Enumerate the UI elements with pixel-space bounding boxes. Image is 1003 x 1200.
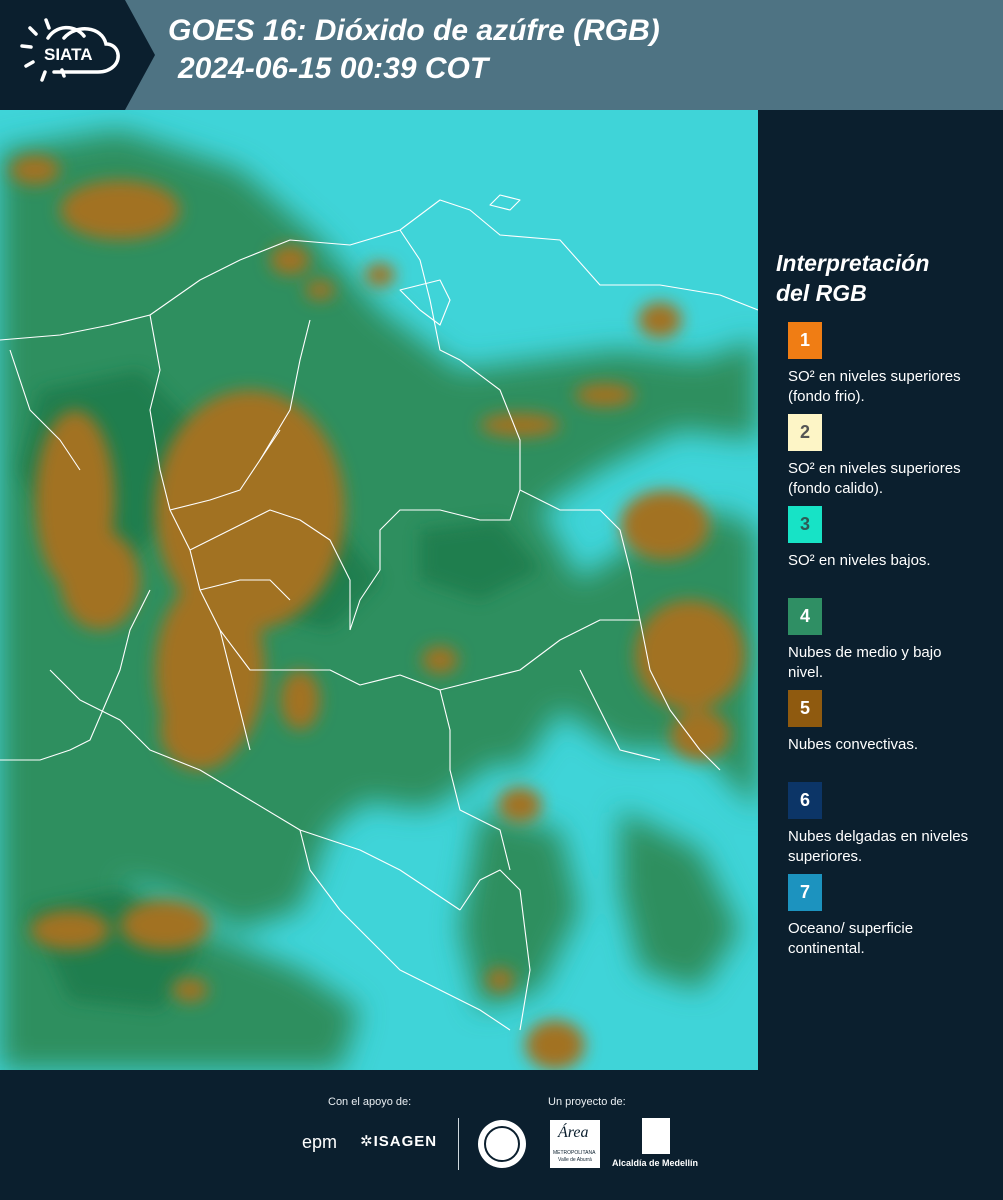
alcaldia-crest-icon bbox=[642, 1118, 670, 1154]
legend-item: 1 SO² en niveles superiores (fondo frio). bbox=[776, 322, 991, 414]
area-logo-sub1: METROPOLITANA bbox=[553, 1150, 596, 1156]
footer-divider bbox=[458, 1118, 459, 1170]
legend-description: Nubes convectivas. bbox=[788, 736, 919, 753]
seal-ring-icon bbox=[484, 1126, 520, 1162]
siata-logo: SIATA bbox=[0, 0, 155, 110]
legend-swatch: 6 bbox=[788, 782, 822, 819]
satellite-map[interactable] bbox=[0, 110, 758, 1070]
project-label: Un proyecto de: bbox=[548, 1096, 626, 1108]
isagen-mark-icon: ✲ bbox=[360, 1133, 374, 1150]
legend-item: 4 Nubes de medio y bajo nivel. bbox=[776, 598, 991, 690]
legend-description: SO² en niveles bajos. bbox=[788, 552, 931, 569]
legend-item: 5 Nubes convectivas. bbox=[776, 690, 991, 782]
legend-swatch: 5 bbox=[788, 690, 822, 727]
epm-logo: epm bbox=[302, 1132, 338, 1152]
sun-icon: SIATA bbox=[20, 18, 120, 82]
legend-swatch: 2 bbox=[788, 414, 822, 451]
legend-swatch: 4 bbox=[788, 598, 822, 635]
legend-description: Oceano/ superficie continental. bbox=[788, 920, 914, 957]
legend-item: 7 Oceano/ superficie continental. bbox=[776, 874, 991, 966]
legend-description: SO² en niveles superiores (fondo calido)… bbox=[788, 460, 961, 497]
legend-item: 3 SO² en niveles bajos. bbox=[776, 506, 991, 598]
legend-item: 6 Nubes delgadas en niveles superiores. bbox=[776, 782, 991, 874]
legend: Interpretación del RGB 1 SO² en niveles s… bbox=[776, 248, 991, 966]
support-label: Con el apoyo de: bbox=[328, 1096, 412, 1108]
area-logo-sub2: Valle de Aburrá bbox=[558, 1157, 592, 1163]
legend-swatch: 1 bbox=[788, 322, 822, 359]
area-metropolitana-logo: Área METROPOLITANA Valle de Aburrá bbox=[550, 1120, 600, 1168]
legend-items: 1 SO² en niveles superiores (fondo frio).… bbox=[776, 322, 991, 966]
legend-description: Nubes de medio y bajo nivel. bbox=[788, 644, 942, 681]
seal-logo bbox=[478, 1120, 526, 1168]
legend-item: 2 SO² en niveles superiores (fondo calido… bbox=[776, 414, 991, 506]
isagen-logo-text: ISAGEN bbox=[373, 1133, 438, 1150]
alcaldia-logo-text: Alcaldía de Medellín bbox=[612, 1158, 699, 1168]
footer: Con el apoyo de: Un proyecto de: epm ✲IS… bbox=[0, 1070, 1003, 1200]
legend-swatch: 3 bbox=[788, 506, 822, 543]
siata-logo-text: SIATA bbox=[44, 45, 92, 64]
header: SIATA GOES 16: Dióxido de azúfre (RGB) 2… bbox=[0, 0, 1003, 110]
timestamp: 2024-06-15 00:39 COT bbox=[178, 52, 489, 85]
legend-description: SO² en niveles superiores (fondo frio). bbox=[788, 368, 961, 405]
page-title: GOES 16: Dióxido de azúfre (RGB) bbox=[168, 14, 660, 47]
legend-title: Interpretación del RGB bbox=[776, 248, 991, 308]
area-logo-text: Área bbox=[558, 1124, 589, 1141]
isagen-logo: ✲ISAGEN bbox=[360, 1132, 437, 1150]
legend-title-line2: del RGB bbox=[776, 280, 867, 306]
legend-swatch: 7 bbox=[788, 874, 822, 911]
legend-description: Nubes delgadas en niveles superiores. bbox=[788, 828, 969, 865]
legend-title-line1: Interpretación bbox=[776, 250, 930, 276]
